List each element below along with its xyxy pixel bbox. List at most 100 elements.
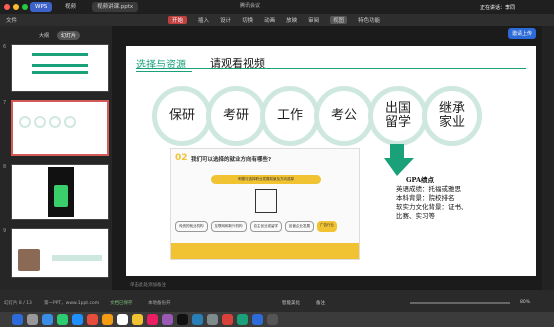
menu-review[interactable]: 审阅 xyxy=(308,16,319,24)
menu-features[interactable]: 特色功能 xyxy=(358,16,380,24)
maximize-window-button[interactable] xyxy=(22,4,28,10)
thumb-circle xyxy=(19,116,31,128)
gpa-note: GPA绩点 英语成绩：托福或雅思 本科背景：院校排名 软实力文化背景：证书、 比… xyxy=(396,176,468,221)
thumb-bottle xyxy=(54,185,68,207)
thumb-bar xyxy=(52,255,102,261)
slide-thumbnail[interactable] xyxy=(11,164,109,220)
menu-view[interactable]: 视图 xyxy=(330,16,348,24)
zoom-level: 80% xyxy=(520,300,531,305)
gpa-line: 英语成绩：托福或雅思 xyxy=(396,185,461,193)
zoom-slider[interactable] xyxy=(410,302,510,304)
trash-icon[interactable] xyxy=(267,314,278,325)
meeting-title: 腾讯会议 xyxy=(240,3,261,9)
notes-app-icon[interactable] xyxy=(132,314,143,325)
card-question: 我们可以选择的就业方向有哪些? xyxy=(191,157,272,163)
theme-name: 第一PPT，www.1ppt.com xyxy=(44,301,100,306)
thumb-number: 9 xyxy=(3,228,7,234)
thumb-circle xyxy=(34,116,46,128)
maps-icon[interactable] xyxy=(87,314,98,325)
gpa-line: 比赛、实习等 xyxy=(396,212,435,220)
menu-transition[interactable]: 切换 xyxy=(242,16,253,24)
mail-icon[interactable] xyxy=(72,314,83,325)
safari-icon[interactable] xyxy=(42,314,53,325)
slide-thumbnail-selected[interactable] xyxy=(11,100,109,156)
circle-work: 工作 xyxy=(260,86,320,146)
card-illustration xyxy=(255,189,277,213)
thumb-line xyxy=(32,71,88,74)
tencent-meeting-icon[interactable] xyxy=(252,314,263,325)
menu-animation[interactable]: 动画 xyxy=(264,16,275,24)
thumb-line xyxy=(32,64,88,67)
launchpad-icon[interactable] xyxy=(27,314,38,325)
current-slide: 选择与资源 请观看视频 保研 考研 工作 考公 出国 留学 继承 家业 02 我… xyxy=(126,46,536,276)
close-window-button[interactable] xyxy=(4,4,10,10)
menu-design[interactable]: 设计 xyxy=(220,16,231,24)
gpa-title: GPA绩点 xyxy=(406,176,435,184)
tab-strip xyxy=(0,0,554,14)
slide-thumbnail[interactable] xyxy=(11,228,109,278)
macos-dock xyxy=(0,312,554,327)
calendar-icon[interactable] xyxy=(117,314,128,325)
messages-icon[interactable] xyxy=(57,314,68,325)
tab-video[interactable]: 视频 xyxy=(60,2,81,12)
circle-family-business: 继承 家业 xyxy=(422,86,482,146)
card-option: 互联网和新兴机构 xyxy=(210,221,247,232)
circle-civil-service: 考公 xyxy=(314,86,374,146)
thumb-line xyxy=(32,53,88,56)
status-bar: 幻灯片 8 / 13 第一PPT，www.1ppt.com 文档已保存 本地备份… xyxy=(0,290,554,312)
tab-outline[interactable]: 大纲 xyxy=(35,31,53,40)
notes-button[interactable]: 备注 xyxy=(316,300,325,306)
thumb-number: 7 xyxy=(3,100,7,106)
podcasts-icon[interactable] xyxy=(162,314,173,325)
menu-home[interactable]: 开始 xyxy=(168,16,188,24)
tab-slides[interactable]: 幻灯片 xyxy=(57,31,81,40)
gpa-line: 本科背景：院校排名 xyxy=(396,194,455,202)
thumb-video-frame xyxy=(48,167,74,217)
heading-rule xyxy=(136,68,526,69)
wechat-icon[interactable] xyxy=(237,314,248,325)
speaker-video-avatar xyxy=(18,249,40,271)
minimize-window-button[interactable] xyxy=(13,4,19,10)
embedded-card: 02 我们可以选择的就业方向有哪些? 明德与选择职业发展前景及方向选择 传统的就… xyxy=(170,148,360,260)
music-icon[interactable] xyxy=(147,314,158,325)
settings-icon[interactable] xyxy=(207,314,218,325)
slide-thumbnail[interactable] xyxy=(11,44,109,92)
menu-file[interactable]: 文件 xyxy=(6,16,17,24)
thumb-circle xyxy=(64,116,76,128)
tab-pptx[interactable]: 视频讲课.pptx xyxy=(92,2,139,12)
appletv-icon[interactable] xyxy=(177,314,188,325)
backup-status: 本地备份开 xyxy=(148,301,171,306)
card-option: 广告行业 xyxy=(317,221,337,232)
thumb-number: 8 xyxy=(3,164,7,170)
card-option: 自主创业或留学 xyxy=(249,221,282,232)
thumb-number: 6 xyxy=(3,44,7,50)
card-option: 传统的就业机构 xyxy=(175,221,208,232)
circle-study-abroad: 出国 留学 xyxy=(368,86,428,146)
thumb-circles xyxy=(19,116,101,128)
wps-icon[interactable] xyxy=(222,314,233,325)
card-number: 02 xyxy=(175,153,188,163)
finder-icon[interactable] xyxy=(12,314,23,325)
card-option: 民营企业发展 xyxy=(285,221,314,232)
smart-beautify-button[interactable]: 智能美化 xyxy=(282,300,300,306)
circle-baoyan: 保研 xyxy=(152,86,212,146)
speaker-status: 正在讲话：李同 xyxy=(480,5,516,11)
down-arrow-icon xyxy=(384,144,414,176)
slide-heading: 选择与资源 xyxy=(136,56,192,72)
card-subtitle: 明德与选择职业发展前景及方向选择 xyxy=(211,175,321,184)
ribbon-menu: 文件 开始 插入 设计 切换 动画 放映 审阅 视图 特色功能 xyxy=(0,14,554,26)
card-footer-bar xyxy=(171,243,359,259)
photos-icon[interactable] xyxy=(102,314,113,325)
menu-slideshow[interactable]: 放映 xyxy=(286,16,297,24)
notes-placeholder[interactable]: 单击此处添加备注 xyxy=(130,282,166,288)
doc-status: 文档已保存 xyxy=(110,301,133,306)
tab-wps[interactable]: WPS xyxy=(30,2,53,12)
window-titlebar: WPS 视频 视频讲课.pptx 腾讯会议 正在讲话：李同 文件 开始 插入 设… xyxy=(0,0,554,26)
circle-kaoyan: 考研 xyxy=(206,86,266,146)
invite-upload-button[interactable]: 邀请上传 xyxy=(508,28,537,39)
gpa-line: 软实力文化背景：证书、 xyxy=(396,203,468,211)
menu-insert[interactable]: 插入 xyxy=(198,16,209,24)
appstore-icon[interactable] xyxy=(192,314,203,325)
card-options: 传统的就业机构 互联网和新兴机构 自主创业或留学 民营企业发展 广告行业 xyxy=(175,221,337,232)
right-toolstrip xyxy=(542,26,554,290)
